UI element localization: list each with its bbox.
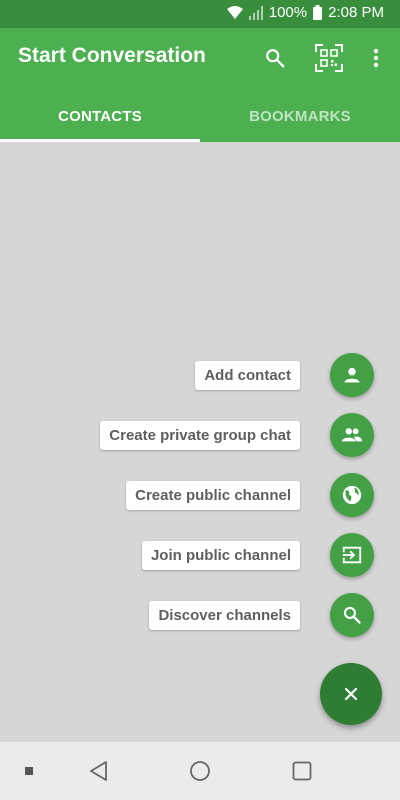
clock: 2:08 PM	[328, 4, 384, 21]
tab-bookmarks-label: BOOKMARKS	[249, 107, 351, 125]
back-icon	[90, 761, 107, 781]
battery-percent: 100%	[268, 4, 308, 21]
search-icon	[266, 49, 285, 68]
speed-dial-create-public-channel: Create public channel	[126, 473, 374, 517]
speed-dial-discover-channels: Discover channels	[149, 593, 374, 637]
globe-icon	[342, 485, 362, 505]
group-icon	[341, 428, 363, 442]
search-button[interactable]	[259, 42, 291, 74]
more-options-button[interactable]	[360, 42, 392, 74]
signal-icon	[248, 5, 263, 20]
create-private-group-button[interactable]	[330, 413, 374, 457]
tab-bar: CONTACTS BOOKMARKS	[0, 90, 400, 142]
home-icon	[190, 761, 210, 781]
recents-button[interactable]	[289, 758, 315, 784]
add-contact-label[interactable]: Add contact	[195, 360, 300, 390]
status-icons: 100% 2:08 PM	[226, 4, 384, 21]
close-icon	[344, 687, 358, 701]
tab-indicator	[0, 139, 200, 142]
close-speed-dial-button[interactable]	[320, 663, 382, 725]
battery-icon	[313, 5, 323, 20]
scan-qr-button[interactable]	[313, 42, 345, 74]
create-public-channel-label[interactable]: Create public channel	[126, 480, 300, 510]
create-public-channel-button[interactable]	[330, 473, 374, 517]
square-dot-icon	[25, 767, 33, 775]
status-bar: 100% 2:08 PM	[0, 0, 400, 28]
back-button[interactable]	[85, 758, 111, 784]
join-public-channel-label[interactable]: Join public channel	[141, 540, 300, 570]
join-public-channel-button[interactable]	[330, 533, 374, 577]
discover-channels-button[interactable]	[330, 593, 374, 637]
notification-dot-button[interactable]	[16, 758, 42, 784]
wifi-icon	[226, 5, 243, 19]
qr-code-icon	[315, 44, 343, 72]
tab-contacts-label: CONTACTS	[58, 107, 142, 125]
discover-channels-label[interactable]: Discover channels	[149, 600, 300, 630]
tab-bookmarks[interactable]: BOOKMARKS	[200, 90, 400, 142]
search-icon	[343, 606, 361, 624]
person-icon	[344, 367, 360, 383]
app-bar: Start Conversation	[0, 28, 400, 90]
speed-dial-create-private-group: Create private group chat	[100, 413, 374, 457]
recents-icon	[292, 761, 312, 781]
home-button[interactable]	[187, 758, 213, 784]
enter-icon	[342, 546, 362, 564]
create-private-group-label[interactable]: Create private group chat	[100, 420, 300, 450]
speed-dial-join-public-channel: Join public channel	[141, 533, 374, 577]
tab-contacts[interactable]: CONTACTS	[0, 90, 200, 142]
more-vert-icon	[373, 48, 379, 68]
system-nav-bar	[0, 742, 400, 800]
speed-dial-add-contact: Add contact	[195, 353, 374, 397]
page-title: Start Conversation	[18, 44, 206, 67]
add-contact-button[interactable]	[330, 353, 374, 397]
